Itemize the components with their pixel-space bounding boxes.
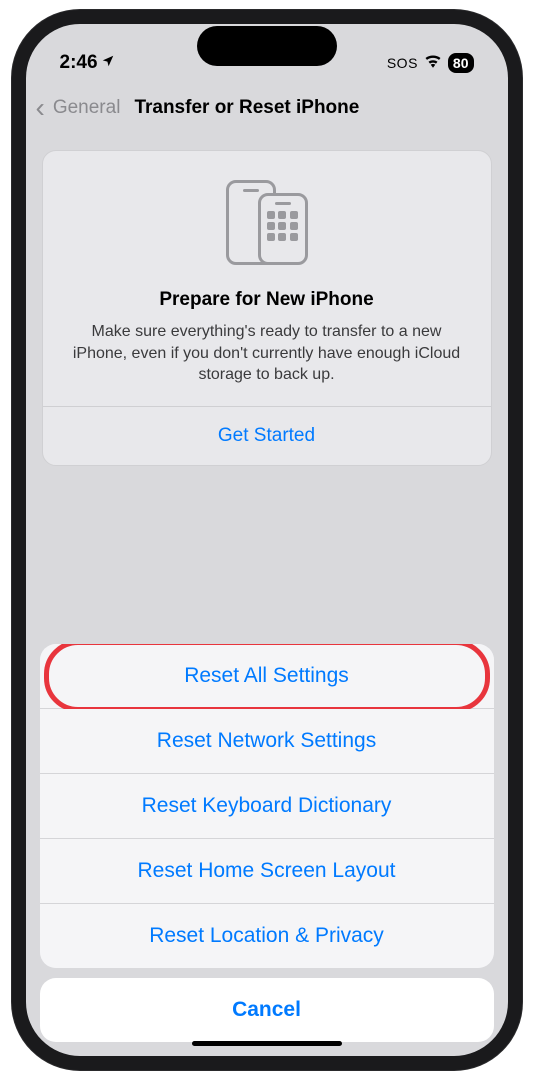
wifi-icon	[424, 52, 442, 74]
reset-keyboard-dictionary-option[interactable]: Reset Keyboard Dictionary	[40, 774, 494, 839]
status-right: SOS 80	[387, 52, 474, 74]
back-button-label[interactable]: General	[53, 97, 121, 119]
prepare-body: Prepare for New iPhone Make sure everyth…	[43, 151, 491, 406]
sheet-options-group: Reset All Settings Reset Network Setting…	[40, 644, 494, 968]
dynamic-island	[197, 26, 337, 66]
reset-network-settings-option[interactable]: Reset Network Settings	[40, 709, 494, 774]
back-chevron-icon[interactable]: ‹	[36, 92, 45, 124]
device-transfer-icon	[63, 175, 471, 265]
nav-bar: ‹ General Transfer or Reset iPhone	[26, 84, 508, 132]
phone-frame: 2:46 SOS 80 ‹ General Transfer or Reset …	[12, 10, 522, 1070]
reset-location-privacy-option[interactable]: Reset Location & Privacy	[40, 904, 494, 968]
get-started-button[interactable]: Get Started	[43, 407, 491, 465]
status-left: 2:46	[60, 52, 115, 74]
home-indicator[interactable]	[192, 1041, 342, 1046]
prepare-card: Prepare for New iPhone Make sure everyth…	[42, 150, 492, 466]
cancel-button[interactable]: Cancel	[40, 978, 494, 1042]
screen: 2:46 SOS 80 ‹ General Transfer or Reset …	[26, 24, 508, 1056]
battery-indicator: 80	[448, 53, 474, 73]
content-area: Prepare for New iPhone Make sure everyth…	[26, 132, 508, 484]
action-sheet: Reset All Settings Reset Network Setting…	[26, 644, 508, 1056]
prepare-description: Make sure everything's ready to transfer…	[63, 321, 471, 386]
location-icon	[101, 54, 115, 72]
reset-home-screen-layout-option[interactable]: Reset Home Screen Layout	[40, 839, 494, 904]
reset-all-settings-option[interactable]: Reset All Settings	[40, 644, 494, 709]
page-title: Transfer or Reset iPhone	[134, 97, 359, 119]
status-time: 2:46	[60, 52, 98, 74]
sos-indicator: SOS	[387, 55, 418, 71]
phone-apps-icon	[258, 193, 308, 265]
prepare-title: Prepare for New iPhone	[63, 289, 471, 311]
